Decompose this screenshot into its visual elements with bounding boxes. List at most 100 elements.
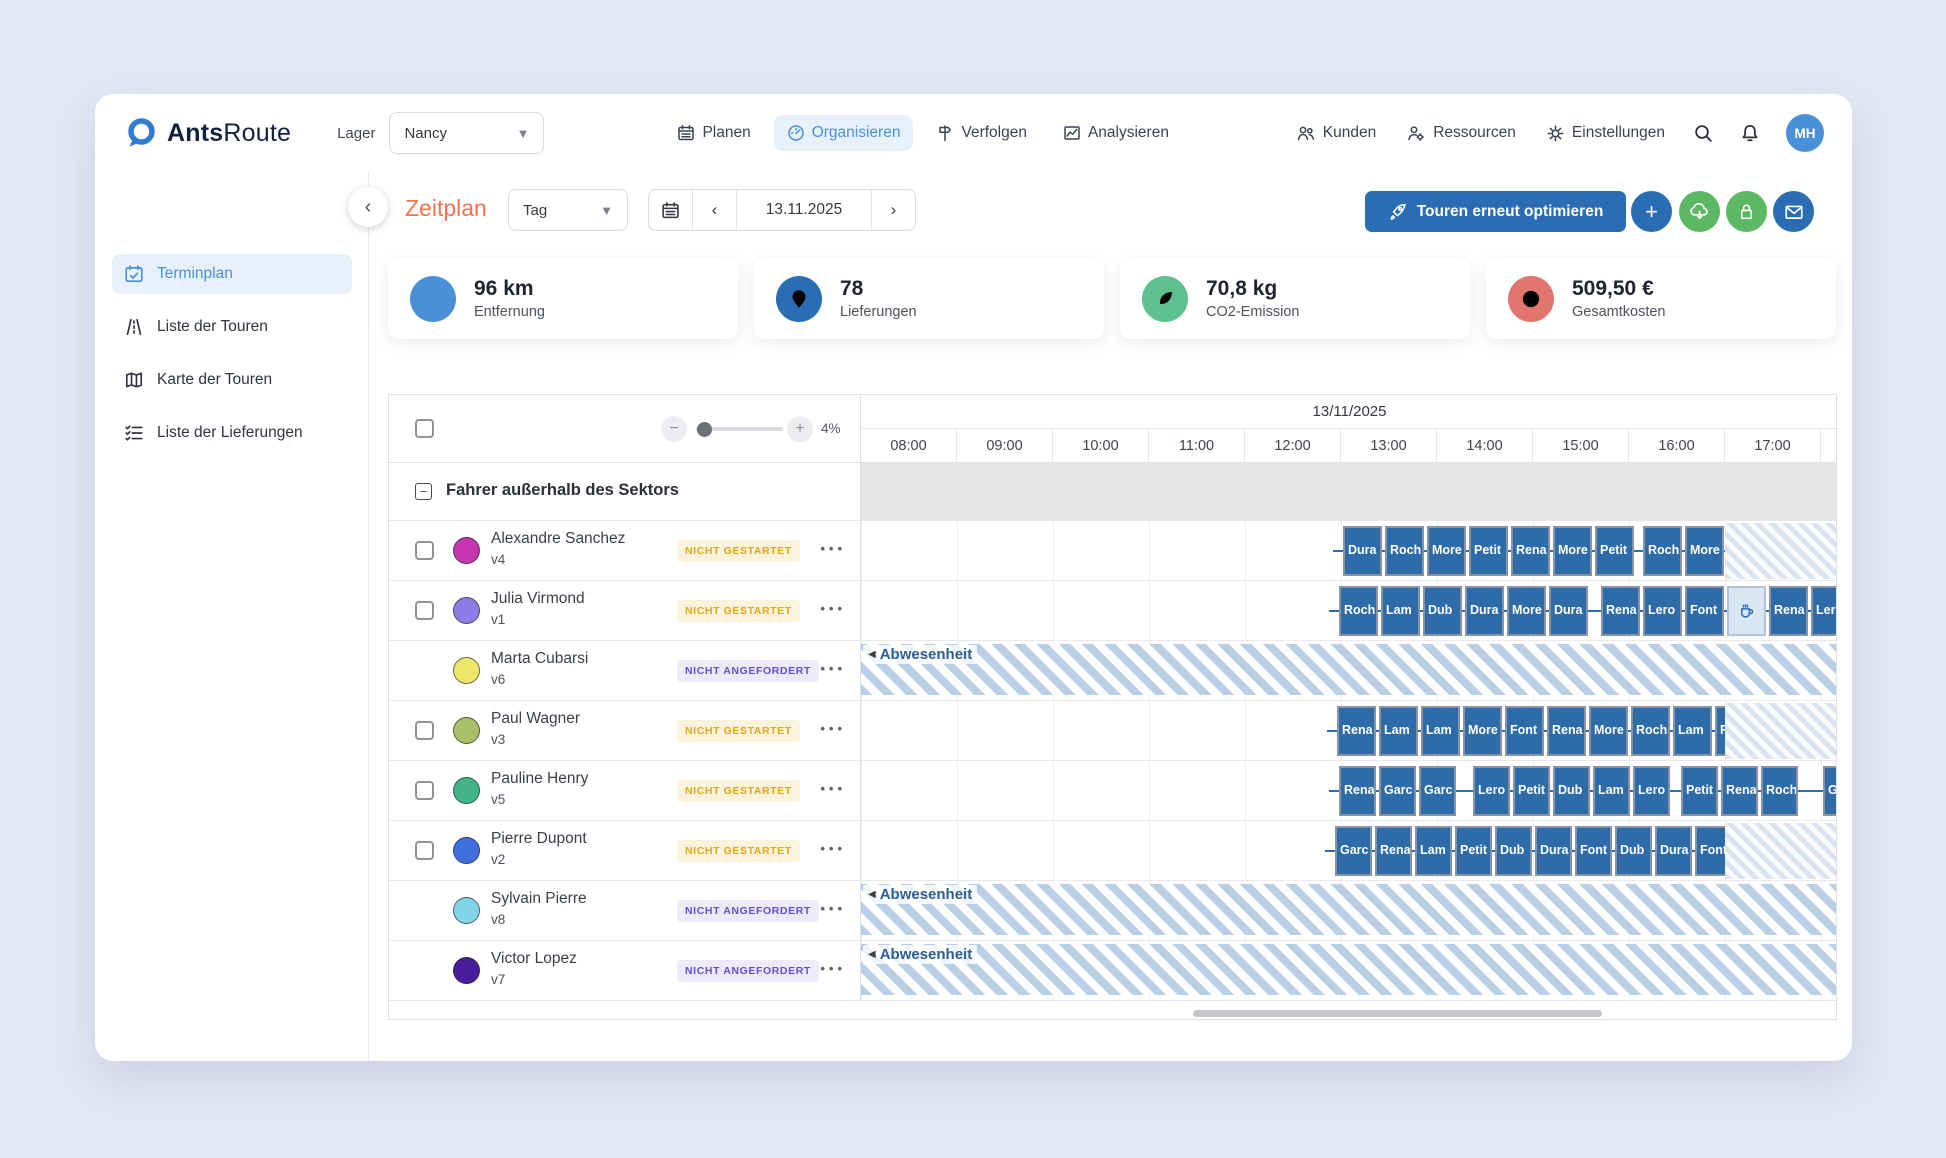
stop-bar[interactable]: Lero: [1811, 586, 1836, 636]
stop-bar[interactable]: Font: [1575, 826, 1612, 876]
collapse-sidebar-button[interactable]: ‹: [348, 187, 388, 227]
stop-bar[interactable]: Dura: [1549, 586, 1588, 636]
row-menu-button[interactable]: •••: [820, 661, 846, 676]
group-row-track: [861, 463, 1836, 520]
view-select[interactable]: Tag▼: [508, 189, 628, 231]
row-checkbox[interactable]: [415, 721, 434, 740]
stop-bar[interactable]: Lam: [1673, 706, 1712, 756]
zoom-slider-knob[interactable]: [697, 422, 712, 437]
horizontal-scrollbar[interactable]: [1193, 1010, 1602, 1017]
stop-bar[interactable]: Petit: [1595, 526, 1634, 576]
stop-bar[interactable]: Dub: [1615, 826, 1652, 876]
stop-bar[interactable]: More: [1507, 586, 1546, 636]
row-menu-button[interactable]: •••: [820, 541, 846, 556]
stop-bar[interactable]: Dura: [1343, 526, 1382, 576]
cloud-download-button[interactable]: [1679, 191, 1720, 232]
stop-bar[interactable]: Dura: [1465, 586, 1504, 636]
stop-bar[interactable]: Dura: [1535, 826, 1572, 876]
stop-bar[interactable]: More: [1463, 706, 1502, 756]
stop-bar[interactable]: Font: [1685, 586, 1724, 636]
stop-bar[interactable]: Roch: [1761, 766, 1798, 816]
search-button[interactable]: [1693, 123, 1714, 144]
stop-bar[interactable]: Petit: [1681, 766, 1718, 816]
select-all-checkbox[interactable]: [415, 419, 434, 438]
row-menu-button[interactable]: •••: [820, 601, 846, 616]
nav-item-verfolgen[interactable]: Verfolgen: [923, 115, 1040, 151]
prev-day-button[interactable]: ‹: [693, 190, 737, 230]
break-slot[interactable]: [1727, 586, 1766, 636]
nav-item-ressourcen[interactable]: Ressourcen: [1404, 118, 1518, 148]
row-checkbox[interactable]: [415, 541, 434, 560]
stop-bar[interactable]: Roch: [1631, 706, 1670, 756]
stop-bar[interactable]: Lam: [1381, 586, 1420, 636]
stop-bar[interactable]: Lero: [1633, 766, 1670, 816]
notifications-button[interactable]: [1740, 123, 1760, 144]
stop-bar[interactable]: Lam: [1421, 706, 1460, 756]
stop-bar[interactable]: Garc: [1379, 766, 1416, 816]
stop-bar[interactable]: Petit: [1469, 526, 1508, 576]
stop-bar[interactable]: Dub: [1423, 586, 1462, 636]
reoptimize-tours-button[interactable]: Touren erneut optimieren: [1365, 191, 1626, 232]
nav-item-kunden[interactable]: Kunden: [1294, 118, 1378, 148]
sidebar-item-liste-der-lieferungen[interactable]: Liste der Lieferungen: [112, 413, 352, 453]
row-checkbox[interactable]: [415, 841, 434, 860]
nav-item-planen[interactable]: Planen: [664, 115, 763, 151]
stop-bar[interactable]: Rena: [1769, 586, 1808, 636]
stop-bar[interactable]: Roch: [1339, 586, 1378, 636]
row-checkbox[interactable]: [415, 781, 434, 800]
stop-bar[interactable]: Lam: [1593, 766, 1630, 816]
stop-bar[interactable]: More: [1427, 526, 1466, 576]
stop-bar[interactable]: Petit: [1455, 826, 1492, 876]
zoom-in-button[interactable]: +: [787, 416, 813, 442]
sidebar-item-liste-der-touren[interactable]: Liste der Touren: [112, 307, 352, 347]
stop-bar[interactable]: More: [1685, 526, 1724, 576]
sidebar-item-karte-der-touren[interactable]: Karte der Touren: [112, 360, 352, 400]
row-menu-button[interactable]: •••: [820, 721, 846, 736]
row-menu-button[interactable]: •••: [820, 781, 846, 796]
collapse-group-icon[interactable]: −: [415, 483, 432, 500]
row-menu-button[interactable]: •••: [820, 961, 846, 976]
calendar-picker-button[interactable]: [649, 190, 693, 230]
stop-bar[interactable]: Dub: [1495, 826, 1532, 876]
absence-band[interactable]: [861, 884, 1836, 935]
stop-bar[interactable]: More: [1589, 706, 1628, 756]
stop-bar[interactable]: Lero: [1473, 766, 1510, 816]
nav-item-einstellungen[interactable]: Einstellungen: [1544, 118, 1667, 149]
stop-bar[interactable]: Roch: [1385, 526, 1424, 576]
stop-bar[interactable]: Rena: [1601, 586, 1640, 636]
stop-bar[interactable]: Petit: [1513, 766, 1550, 816]
stop-bar[interactable]: Rena: [1337, 706, 1376, 756]
stop-bar[interactable]: Roch: [1643, 526, 1682, 576]
warehouse-select[interactable]: Nancy▼: [389, 112, 544, 154]
stop-bar[interactable]: More: [1553, 526, 1592, 576]
lock-button[interactable]: [1726, 191, 1767, 232]
row-menu-button[interactable]: •••: [820, 841, 846, 856]
zoom-out-button[interactable]: −: [661, 416, 687, 442]
stop-bar[interactable]: Dub: [1553, 766, 1590, 816]
row-checkbox[interactable]: [415, 601, 434, 620]
stop-bar[interactable]: Rena: [1375, 826, 1412, 876]
stop-bar[interactable]: Rena: [1511, 526, 1550, 576]
sidebar-item-terminplan[interactable]: Terminplan: [112, 254, 352, 294]
stop-bar[interactable]: Rena: [1721, 766, 1758, 816]
stop-bar[interactable]: Lam: [1415, 826, 1452, 876]
add-button[interactable]: +: [1631, 191, 1672, 232]
nav-item-organisieren[interactable]: Organisieren: [774, 115, 914, 151]
user-avatar[interactable]: MH: [1786, 114, 1824, 152]
stop-bar[interactable]: Garc: [1335, 826, 1372, 876]
stop-bar[interactable]: Rena: [1547, 706, 1586, 756]
mail-button[interactable]: [1773, 191, 1814, 232]
next-day-button[interactable]: ›: [871, 190, 915, 230]
stop-bar[interactable]: Garc: [1823, 766, 1836, 816]
stop-bar[interactable]: Lam: [1379, 706, 1418, 756]
absence-band[interactable]: [861, 644, 1836, 695]
row-menu-button[interactable]: •••: [820, 901, 846, 916]
date-display[interactable]: 13.11.2025: [737, 190, 871, 230]
stop-bar[interactable]: Rena: [1339, 766, 1376, 816]
stop-bar[interactable]: Dura: [1655, 826, 1692, 876]
stop-bar[interactable]: Font: [1505, 706, 1544, 756]
absence-band[interactable]: [861, 944, 1836, 995]
stop-bar[interactable]: Lero: [1643, 586, 1682, 636]
nav-item-analysieren[interactable]: Analysieren: [1050, 115, 1182, 151]
stop-bar[interactable]: Garc: [1419, 766, 1456, 816]
